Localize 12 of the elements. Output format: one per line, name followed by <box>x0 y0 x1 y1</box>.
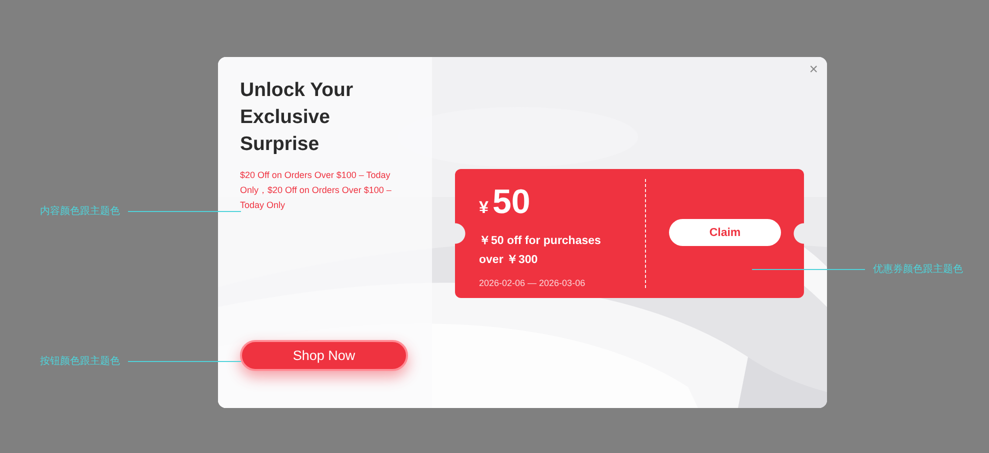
coupon-amount: 50 <box>492 183 530 222</box>
validity-dates: 2026-02-06 — 2026-03-06 <box>479 278 586 288</box>
popup-title: Unlock Your Exclusive Surprise <box>240 78 354 157</box>
claim-button[interactable]: Claim <box>669 219 781 246</box>
annotation-label: 内容颜色跟主题色 <box>40 204 120 218</box>
coupon-condition: ￥50 off for purchases over ￥300 <box>479 234 602 268</box>
close-icon[interactable]: × <box>809 61 818 78</box>
annotation-label: 优惠券颜色跟主题色 <box>873 262 963 276</box>
shop-now-button[interactable]: Shop Now <box>240 340 408 371</box>
annotation-label: 按钮颜色跟主题色 <box>40 354 120 368</box>
offer-description: $20 Off on Orders Over $100 – Today Only，$20 Off on Orders Over $100 – Today Only <box>240 169 392 212</box>
currency-symbol: ¥ <box>479 198 488 218</box>
